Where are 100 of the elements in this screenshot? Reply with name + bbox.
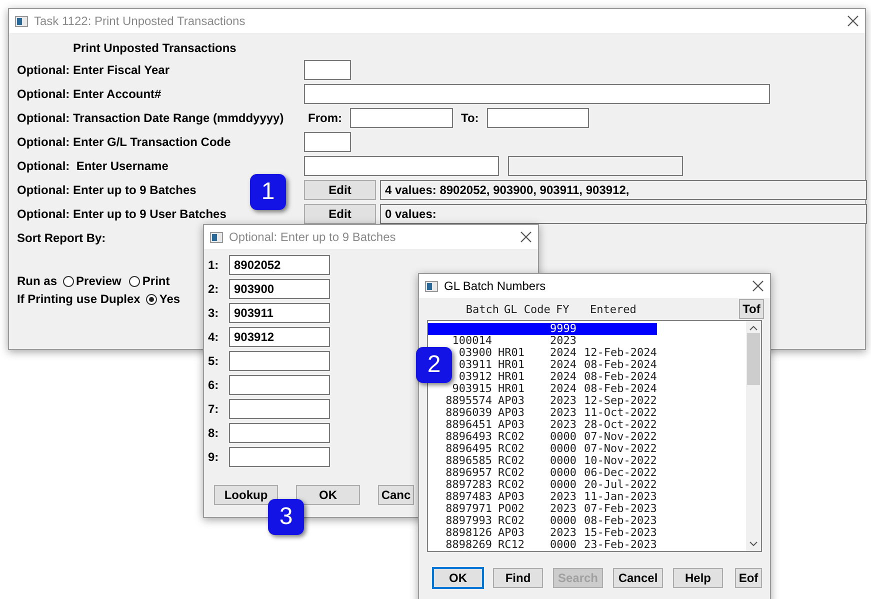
field-label: Optional: Enter up to 9 Batches xyxy=(17,183,196,197)
date-cell-text: 23-Feb-2023 xyxy=(583,539,657,551)
radio-option[interactable]: Yes xyxy=(146,292,186,306)
code-cell-text: RC02 xyxy=(497,443,524,455)
date-cell-text: 12-Feb-2024 xyxy=(583,347,657,359)
column-header: Batch xyxy=(466,302,499,316)
fy-cell-text: 2024 xyxy=(549,383,576,395)
list-row[interactable]: 8897971 PO02 2023 07-Feb-2023 xyxy=(428,503,657,515)
batch-input[interactable] xyxy=(229,399,330,419)
date-cell-text: 08-Feb-2024 xyxy=(583,371,657,383)
list-row[interactable]: 8895574 AP03 2023 12-Sep-2022 xyxy=(428,395,657,407)
callout-badge: 3 xyxy=(268,499,304,535)
fy-cell-text: 0000 xyxy=(549,455,576,467)
list-row[interactable]: 8896585 RC02 0000 10-Nov-2022 xyxy=(428,455,657,467)
fy-cell-text: 2023 xyxy=(549,395,576,407)
code-cell-text: HR01 xyxy=(497,347,524,359)
callout-badge: 2 xyxy=(416,347,452,383)
code-cell-text: RC02 xyxy=(497,479,524,491)
list-row[interactable]: 903915 HR01 2024 08-Feb-2024 xyxy=(428,383,657,395)
dialog-button[interactable]: OK xyxy=(433,568,483,588)
fy-cell-text: 2023 xyxy=(549,491,576,503)
form-heading: Print Unposted Transactions xyxy=(73,41,236,55)
column-header: FY xyxy=(555,302,570,316)
fy-cell-text: 0000 xyxy=(549,443,576,455)
code-cell-text: HR01 xyxy=(497,359,524,371)
list-row[interactable]: 8896493 RC02 0000 07-Nov-2022 xyxy=(428,431,657,443)
date-cell-text: 20-Jul-2022 xyxy=(583,479,657,491)
batch-input[interactable]: 8902052 xyxy=(229,255,330,275)
list-row[interactable]: 8896451 AP03 2023 28-Oct-2022 xyxy=(428,419,657,431)
entry-number: 1: xyxy=(208,258,220,272)
window-title: Optional: Enter up to 9 Batches xyxy=(229,230,397,244)
window-icon xyxy=(425,280,438,292)
input-field[interactable] xyxy=(304,156,499,176)
input-field[interactable] xyxy=(304,60,351,80)
entry-number: 5: xyxy=(208,354,220,368)
top-button[interactable]: Tof xyxy=(739,299,764,319)
dialog-button[interactable]: Help xyxy=(673,568,723,588)
fy-cell-text: 0000 xyxy=(549,515,576,527)
window-title: Task 1122: Print Unposted Transactions xyxy=(34,14,246,28)
batch-input[interactable]: 903912 xyxy=(229,327,330,347)
window-icon xyxy=(210,232,223,242)
batch-cell: 100014 xyxy=(452,335,492,347)
batch-input[interactable]: 903900 xyxy=(229,279,330,299)
fy-cell-text: 2023 xyxy=(549,419,576,431)
field-label: Optional: Enter Username xyxy=(17,159,168,173)
batch-input[interactable] xyxy=(229,375,330,395)
dialog-button[interactable]: Cancel xyxy=(613,568,663,588)
entry-number: 3: xyxy=(208,306,220,320)
dialog-button[interactable]: Canc xyxy=(378,485,414,505)
close-icon[interactable] xyxy=(752,280,764,292)
list-row[interactable]: 8896495 RC02 0000 07-Nov-2022 xyxy=(428,443,657,455)
fy-cell-text: 2023 xyxy=(549,335,576,347)
list-row[interactable]: 8898126 AP03 2023 15-Feb-2023 xyxy=(428,527,657,539)
dialog-button[interactable]: Lookup xyxy=(214,485,278,505)
batch-cell: 903915 xyxy=(452,383,492,395)
code-cell-text: AP03 xyxy=(497,419,524,431)
batch-cell: 8897993 xyxy=(446,515,492,527)
end-button[interactable]: Eof xyxy=(735,568,762,588)
edit-button[interactable]: Edit xyxy=(304,204,376,224)
list-row[interactable]: 8896039 AP03 2023 11-Oct-2022 xyxy=(428,407,657,419)
date-cell-text: 08-Feb-2024 xyxy=(583,359,657,371)
list-row[interactable]: 8897993 RC02 0000 08-Feb-2023 xyxy=(428,515,657,527)
field-label: Optional: Enter up to 9 User Batches xyxy=(17,207,226,221)
field-label: Optional: Enter Fiscal Year xyxy=(17,63,170,77)
radio-option[interactable]: Print xyxy=(129,274,176,288)
batch-input[interactable] xyxy=(229,351,330,371)
scrollbar[interactable] xyxy=(746,321,761,551)
date-cell-text: 07-Nov-2022 xyxy=(583,431,657,443)
radio-option[interactable]: Preview xyxy=(63,274,128,288)
code-cell-text: AP03 xyxy=(497,527,524,539)
batch-input[interactable] xyxy=(229,447,330,467)
list-row[interactable]: 8896957 RC02 0000 06-Dec-2022 xyxy=(428,467,657,479)
input-field[interactable] xyxy=(350,108,453,128)
entry-number: 6: xyxy=(208,378,220,392)
scroll-thumb[interactable] xyxy=(747,333,760,385)
list-row[interactable]: 8897483 AP03 2023 11-Jan-2023 xyxy=(428,491,657,503)
input-field[interactable] xyxy=(486,108,589,128)
batch-cell: 8896585 xyxy=(446,455,492,467)
list-row[interactable]: 100014 2023 xyxy=(428,335,657,347)
entry-number: 8: xyxy=(208,426,220,440)
list-row[interactable]: 8897283 RC02 0000 20-Jul-2022 xyxy=(428,479,657,491)
batch-cell: 03911 xyxy=(458,359,492,371)
close-icon[interactable] xyxy=(520,231,532,243)
date-cell-text: 28-Oct-2022 xyxy=(583,419,657,431)
input-field[interactable] xyxy=(304,84,770,104)
callout-badge: 1 xyxy=(250,174,286,210)
edit-button[interactable]: Edit xyxy=(304,180,376,200)
fy-cell-text: 0000 xyxy=(549,539,576,551)
code-cell-text: RC02 xyxy=(497,455,524,467)
window-title: GL Batch Numbers xyxy=(444,279,547,293)
list-row[interactable]: 9999 xyxy=(428,323,657,335)
fy-cell-text: 2023 xyxy=(549,503,576,515)
close-icon[interactable] xyxy=(847,15,859,27)
dialog-button[interactable]: Find xyxy=(493,568,543,588)
input-field[interactable] xyxy=(304,132,351,152)
dialog-button[interactable]: OK xyxy=(296,485,360,505)
batch-input[interactable] xyxy=(229,423,330,443)
list-row[interactable]: 8898269 RC12 0000 23-Feb-2023 xyxy=(428,539,657,551)
batch-cell: 8896451 xyxy=(446,419,492,431)
batch-input[interactable]: 903911 xyxy=(229,303,330,323)
